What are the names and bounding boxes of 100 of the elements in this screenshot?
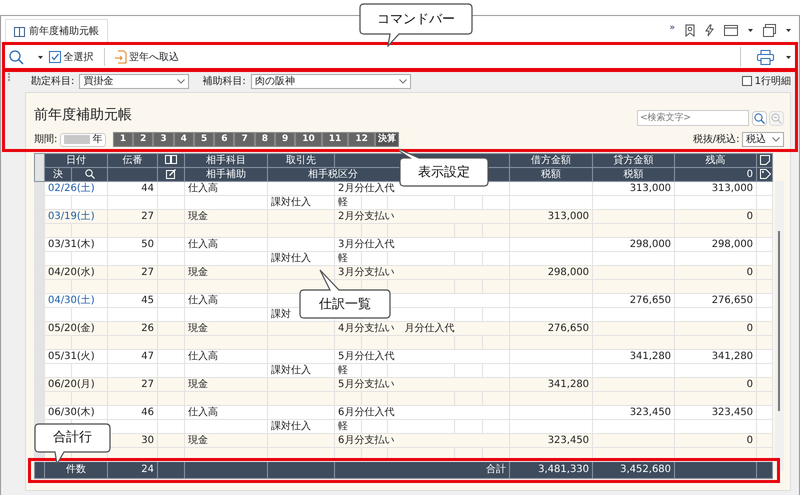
caret-icon[interactable] [748, 29, 753, 32]
table-cell [108, 392, 158, 406]
amount-cell: 313,000 [592, 182, 675, 196]
import-button[interactable]: 翌年へ取込 [114, 50, 179, 64]
column-header: 0 [674, 168, 757, 182]
number-cell: 47 [108, 350, 158, 364]
table-cell [454, 392, 482, 406]
date-cell[interactable]: 04/30(土) [44, 294, 108, 308]
date-cell: 06/30(木) [44, 406, 108, 420]
note-icon[interactable] [760, 154, 770, 165]
table-cell [108, 308, 158, 322]
description-cell: 2月分支払い [334, 210, 510, 224]
year-field[interactable]: 年 [60, 132, 106, 146]
scrollbar[interactable] [775, 181, 784, 471]
column-header: 税額 [510, 168, 593, 182]
printer-icon[interactable] [757, 50, 774, 64]
account-select[interactable]: 買掛金 [79, 74, 190, 88]
date-cell[interactable]: 03/19(土) [44, 210, 108, 224]
account-cell: 仕入高 [184, 406, 268, 420]
blurred-year [64, 135, 90, 144]
checkbox-icon [49, 51, 61, 63]
table-cell [108, 196, 158, 210]
select-value: 肉の阪神 [254, 74, 295, 88]
search-field[interactable]: <検索文字> [637, 110, 749, 126]
ledger-title: 前年度補助元帳 [34, 106, 132, 125]
book-icon[interactable] [165, 155, 177, 164]
period-button[interactable]: 7 [234, 132, 255, 147]
date-cell[interactable]: 02/26(土) [44, 182, 108, 196]
table-cell [268, 406, 334, 420]
amount-cell: 0 [674, 266, 757, 280]
table-cell [268, 378, 334, 392]
windows-icon[interactable] [763, 24, 776, 37]
search-icon[interactable] [9, 50, 24, 64]
overflow-chevron[interactable]: » [669, 22, 675, 36]
period-button[interactable]: 11 [322, 132, 348, 147]
select-value: 買掛金 [83, 74, 114, 88]
period-button[interactable]: 1 [112, 132, 134, 147]
caret-icon[interactable] [786, 56, 791, 58]
chevron-icon [177, 78, 186, 84]
sub-account-select[interactable]: 肉の阪神 [250, 74, 411, 88]
table-cell [72, 280, 108, 294]
total-label: 合計 [334, 462, 510, 478]
caret-icon[interactable] [786, 29, 791, 32]
table-cell [268, 462, 334, 478]
edit-icon[interactable] [166, 168, 176, 179]
account-cell: 現金 [184, 378, 268, 392]
tax-mode-select[interactable]: 税込 [742, 132, 784, 147]
column-header: 貸方金額 [592, 154, 675, 168]
period-button[interactable]: 8 [254, 132, 275, 147]
table-cell [388, 196, 454, 210]
column-header: 相手科目 [184, 154, 268, 168]
window-icon[interactable] [724, 25, 738, 36]
grip-handle[interactable] [8, 73, 10, 81]
amount-cell: 323,450 [592, 406, 675, 420]
select-value: 税込 [746, 132, 766, 147]
row-gutter [34, 182, 44, 210]
number-cell: 27 [108, 210, 158, 224]
period-button[interactable]: 6 [214, 132, 234, 147]
callout-label: コマンドバー [376, 10, 456, 28]
period-button[interactable]: 9 [275, 132, 296, 147]
amount-cell: 298,000 [674, 238, 757, 252]
description-cell: 3月分支払い [334, 266, 510, 280]
number-cell: 44 [108, 182, 158, 196]
total-amount: 3,452,680 [592, 462, 675, 478]
table-cell [108, 364, 158, 378]
period-button[interactable]: 4 [174, 132, 194, 147]
account-cell: 現金 [184, 434, 268, 448]
bookmark-icon[interactable] [685, 24, 695, 37]
search-icon[interactable] [84, 168, 94, 179]
period-button[interactable]: 決算 [374, 132, 399, 147]
search-button[interactable] [752, 110, 766, 126]
tax-class-cell: 課対仕入 [268, 252, 334, 266]
table-cell [454, 420, 482, 434]
amount-cell: 298,000 [510, 266, 593, 280]
number-cell: 46 [108, 406, 158, 420]
account-cell: 現金 [184, 210, 268, 224]
tag-icon[interactable] [760, 168, 772, 179]
lightning-icon[interactable] [705, 24, 714, 37]
amount-cell: 0 [674, 434, 757, 448]
period-button[interactable]: 12 [348, 132, 375, 147]
account-label: 勘定科目: [31, 74, 74, 88]
period-button[interactable]: 5 [194, 132, 214, 147]
period-button[interactable]: 10 [295, 132, 322, 147]
account-cell: 仕入高 [184, 294, 268, 308]
table-cell [454, 308, 482, 322]
account-cell: 現金 [184, 266, 268, 280]
period-button[interactable]: 3 [153, 132, 174, 147]
table-cell [108, 336, 158, 350]
period-button[interactable]: 2 [133, 132, 154, 147]
callout-label: 合計行 [52, 429, 93, 446]
caret-icon[interactable] [38, 56, 43, 58]
table-cell [454, 252, 482, 266]
table-cell [268, 322, 334, 336]
one-line-checkbox[interactable] [742, 76, 752, 86]
table-cell [388, 336, 454, 350]
select-all-button[interactable]: 全選択 [49, 50, 94, 64]
tax-class-cell: 課対仕入 [268, 196, 334, 210]
tax-class-cell: 課対仕入 [268, 420, 334, 434]
table-cell [454, 364, 482, 378]
table-cell [158, 462, 184, 478]
